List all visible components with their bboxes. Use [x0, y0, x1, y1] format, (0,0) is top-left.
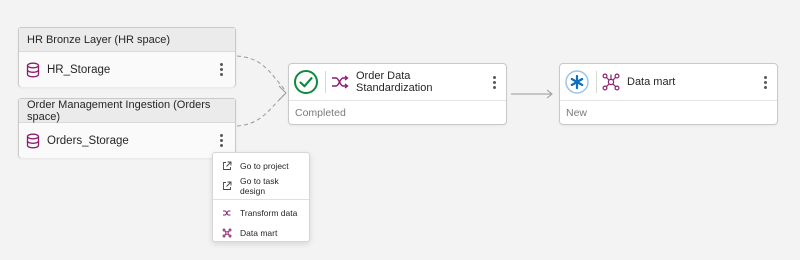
menu-item-label: Go to project: [240, 161, 289, 171]
menu-item-label: Data mart: [240, 228, 278, 238]
edge-hr-to-standardization: [236, 55, 286, 91]
task-status: New: [566, 107, 588, 119]
database-icon: [25, 133, 41, 149]
source-card-header: HR Bronze Layer (HR space): [19, 28, 235, 52]
menu-item-data-mart[interactable]: Data mart: [213, 223, 309, 243]
edge-orders-to-standardization: [236, 93, 286, 127]
menu-divider: [213, 199, 309, 200]
menu-item-transform-data[interactable]: Transform data: [213, 203, 309, 223]
source-card-hr[interactable]: HR Bronze Layer (HR space) HR_Storage: [18, 27, 236, 87]
edge-arrowhead-left: [278, 85, 287, 101]
source-card-header: Order Management Ingestion (Orders space…: [19, 99, 235, 123]
database-icon: [25, 62, 41, 78]
transform-icon: [222, 208, 232, 218]
edge-arrowhead-right: [546, 89, 553, 99]
task-card-data-mart[interactable]: Data mart New: [559, 63, 778, 125]
data-mart-icon: [601, 72, 621, 92]
more-options-button[interactable]: [213, 130, 229, 152]
transform-icon: [330, 72, 350, 92]
task-card-header: Order Data Standardization: [289, 64, 506, 101]
more-options-button[interactable]: [486, 71, 502, 93]
source-label: HR_Storage: [47, 63, 111, 76]
task-label: Data mart: [627, 76, 676, 88]
external-link-icon: [222, 181, 232, 191]
menu-item-go-to-project[interactable]: Go to project: [213, 156, 309, 176]
asterisk-icon: [564, 69, 590, 95]
context-menu: Go to project Go to task design Transfor…: [212, 152, 310, 242]
more-options-button[interactable]: [213, 59, 229, 81]
menu-item-go-to-task-design[interactable]: Go to task design: [213, 176, 309, 196]
source-card-body: HR_Storage: [19, 52, 235, 87]
source-label: Orders_Storage: [47, 134, 129, 147]
data-mart-icon: [222, 228, 232, 238]
task-card-header: Data mart: [560, 64, 777, 101]
task-card-standardization[interactable]: Order Data Standardization Completed: [288, 63, 507, 125]
external-link-icon: [222, 161, 232, 171]
task-status: Completed: [295, 107, 346, 119]
divider: [325, 71, 326, 93]
divider: [596, 71, 597, 93]
menu-item-label: Go to task design: [240, 176, 279, 196]
pipeline-canvas[interactable]: HR Bronze Layer (HR space) HR_Storage Or…: [0, 0, 800, 260]
more-options-button[interactable]: [757, 71, 773, 93]
task-label: Order Data Standardization: [356, 70, 433, 94]
source-card-body: Orders_Storage: [19, 123, 235, 158]
source-card-orders[interactable]: Order Management Ingestion (Orders space…: [18, 98, 236, 158]
check-circle-icon: [293, 69, 319, 95]
menu-item-label: Transform data: [240, 208, 298, 218]
